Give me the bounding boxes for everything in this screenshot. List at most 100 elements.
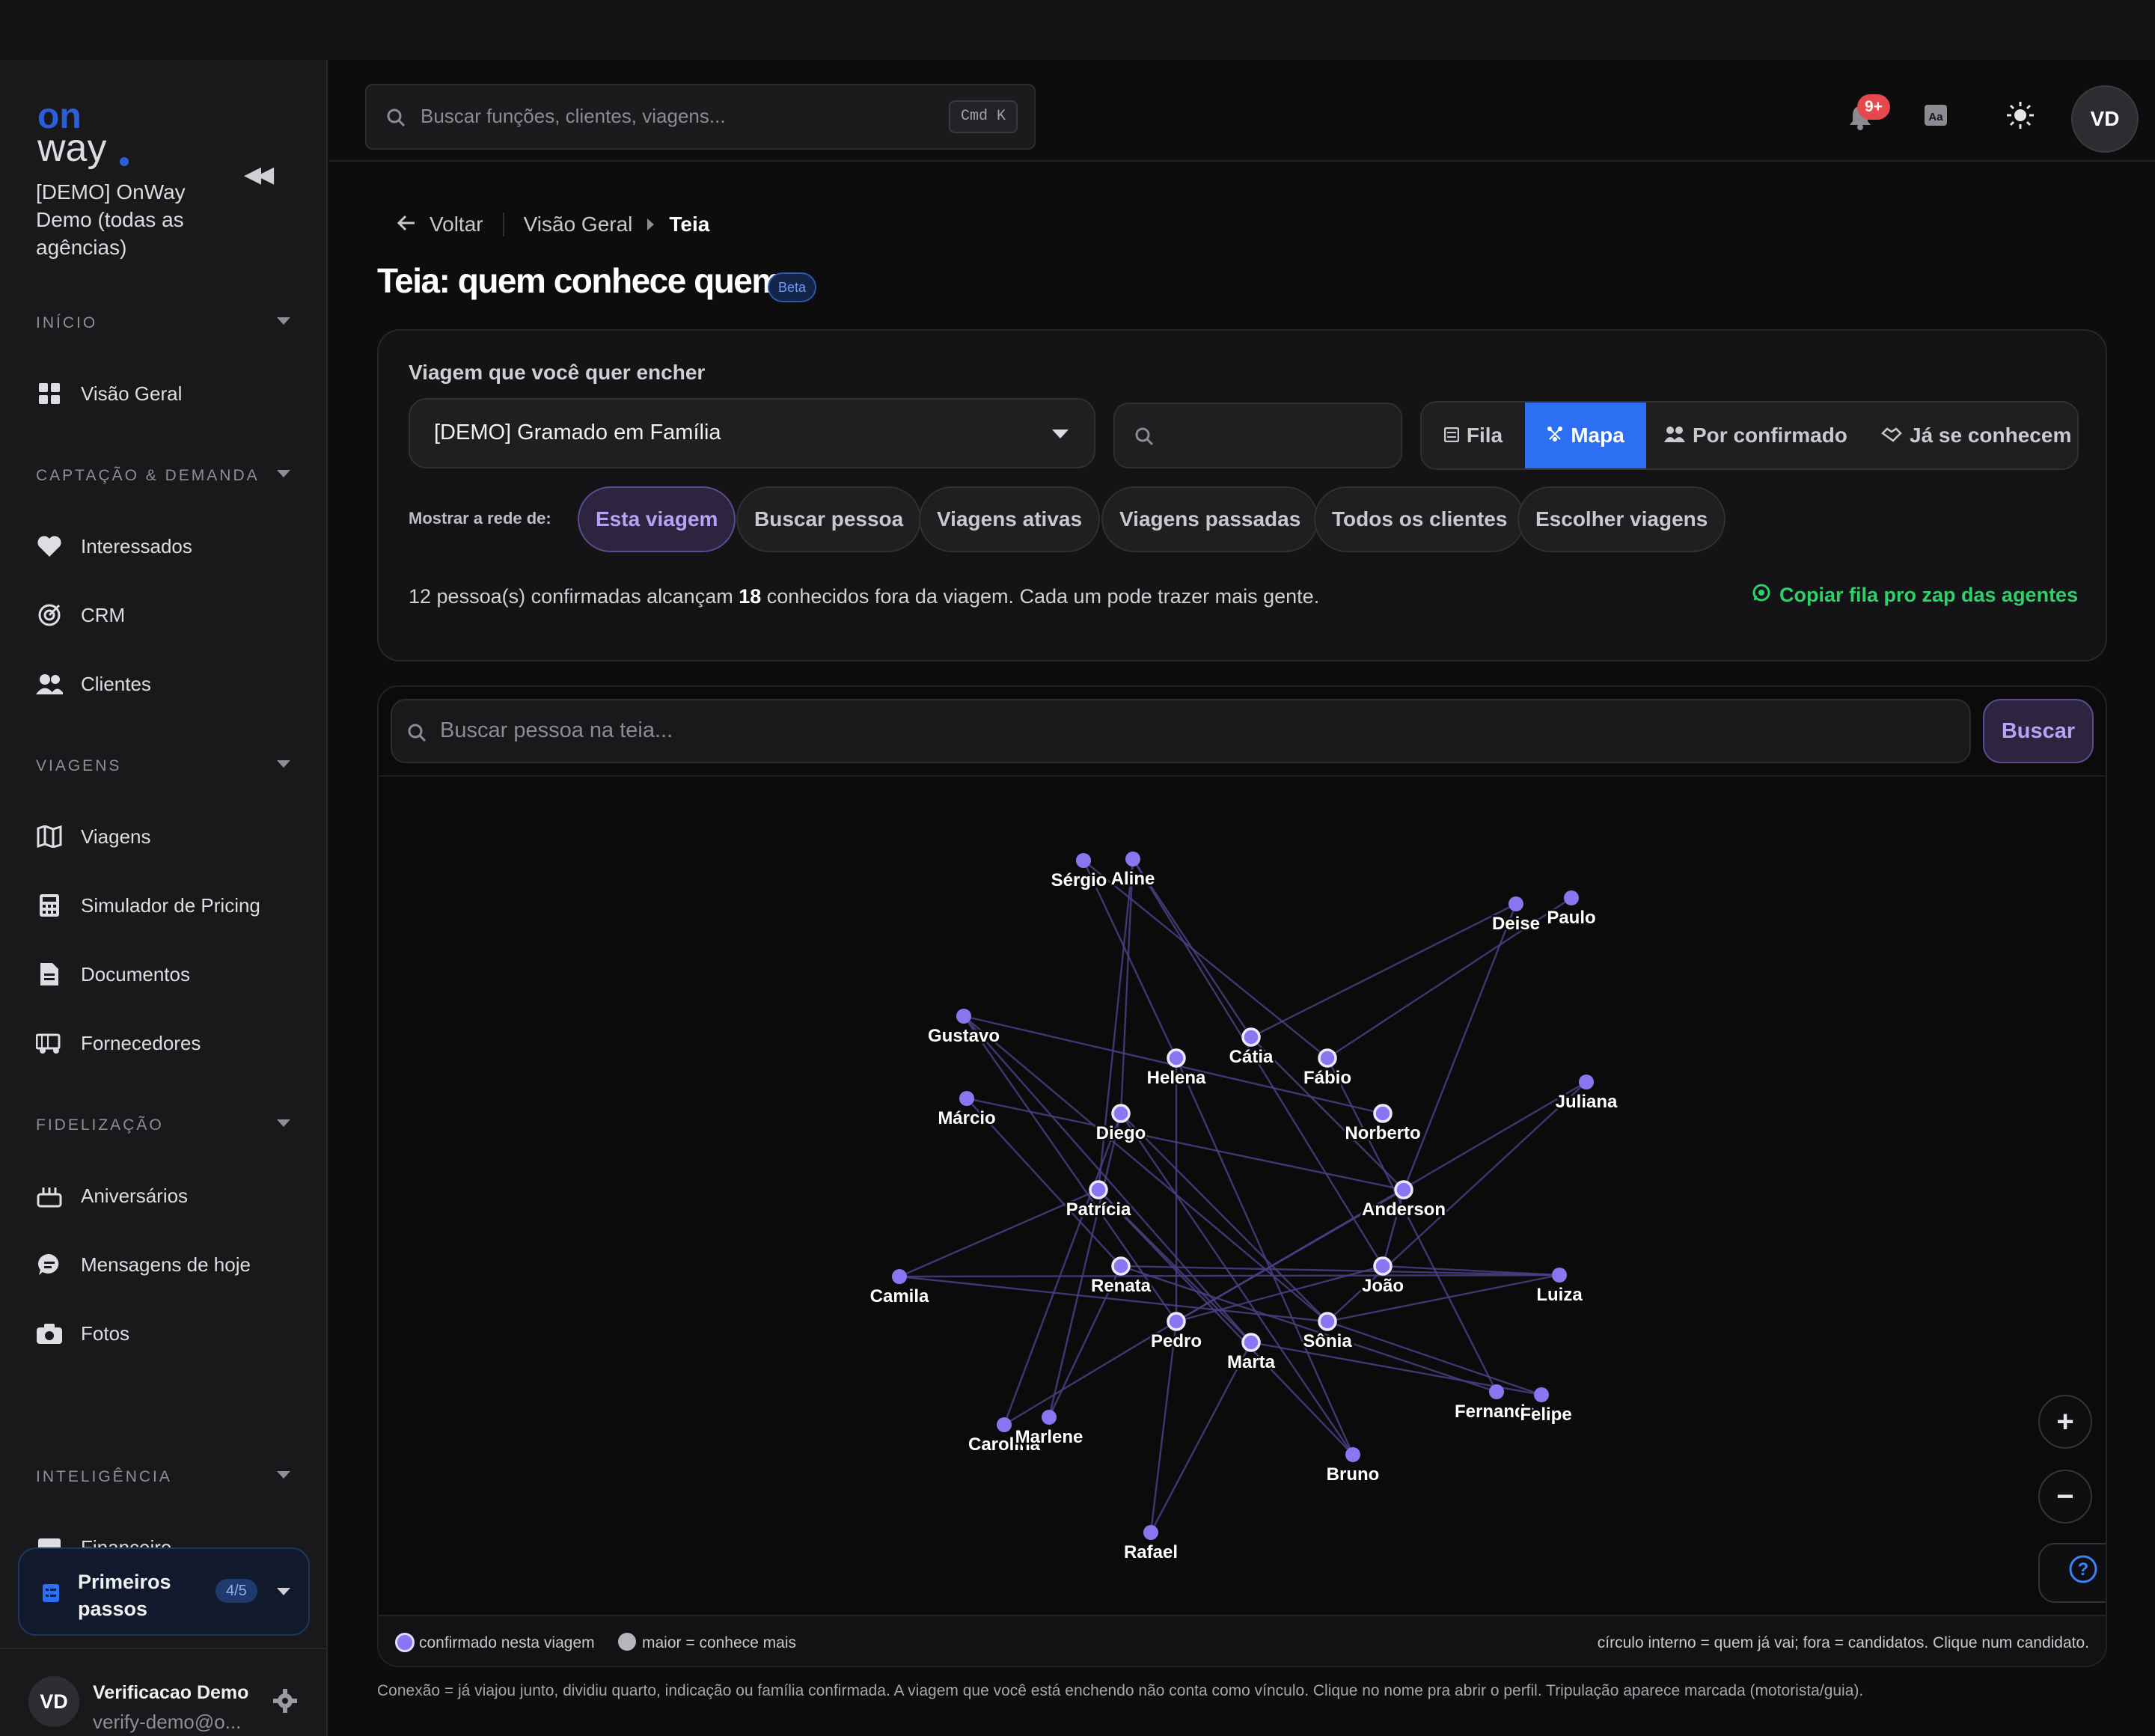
node-label[interactable]: Márcio [936, 1107, 997, 1131]
arrow-left-icon[interactable] [397, 213, 416, 236]
network-option-viagens-passadas[interactable]: Viagens passadas [1101, 486, 1319, 552]
node-dot[interactable] [1564, 890, 1579, 905]
node-dot[interactable] [1579, 1075, 1594, 1089]
network-option-viagens-ativas[interactable]: Viagens ativas [919, 486, 1101, 552]
confirmed-node-joão[interactable]: João [1360, 1256, 1406, 1298]
candidate-node-camila[interactable]: Camila [868, 1269, 932, 1309]
node-label[interactable]: Luiza [1535, 1283, 1585, 1307]
organization-name[interactable]: [DEMO] OnWay Demo (todas as agências) [36, 178, 223, 261]
node-label[interactable]: Helena [1145, 1066, 1208, 1090]
collapse-sidebar-icon[interactable]: ◀◀ [244, 162, 274, 188]
graph-search-button[interactable]: Buscar [1983, 699, 2094, 763]
confirmed-node-renata[interactable]: Renata [1089, 1256, 1153, 1298]
node-dot[interactable] [1345, 1447, 1360, 1462]
trip-select[interactable]: [DEMO] Gramado em Família [409, 398, 1095, 468]
sidebar-item-aniversarios[interactable]: Aniversários [36, 1178, 188, 1214]
candidate-node-rafael[interactable]: Rafael [1122, 1525, 1180, 1565]
node-dot[interactable] [1125, 852, 1140, 867]
section-header-viagens[interactable]: VIAGENS [36, 757, 290, 775]
copy-queue-button[interactable]: Copiar fila pro zap das agentes [1752, 584, 2078, 607]
sidebar-item-visao-geral[interactable]: Visão Geral [36, 376, 182, 412]
candidate-node-gustavo[interactable]: Gustavo [926, 1009, 1002, 1048]
section-header-inicio[interactable]: INÍCIO [36, 314, 290, 332]
node-dot[interactable] [1167, 1048, 1186, 1068]
network-option-todos-clientes[interactable]: Todos os clientes [1314, 486, 1526, 552]
node-dot[interactable] [1111, 1104, 1131, 1123]
tab-por-confirmado[interactable]: Por confirmado [1664, 403, 1859, 468]
node-dot[interactable] [959, 1091, 974, 1106]
node-dot[interactable] [1373, 1256, 1393, 1276]
node-dot[interactable] [1241, 1027, 1261, 1047]
onway-logo[interactable]: on way [37, 99, 142, 168]
notifications-button[interactable]: 9+ [1838, 94, 1890, 139]
sidebar-item-clientes[interactable]: Clientes [36, 666, 151, 702]
sidebar-item-viagens[interactable]: Viagens [36, 819, 151, 855]
sidebar-item-fotos[interactable]: Fotos [36, 1315, 129, 1351]
node-label[interactable]: Renata [1089, 1274, 1153, 1298]
confirmed-node-patrícia[interactable]: Patrícia [1064, 1180, 1134, 1222]
avatar[interactable]: VD [2071, 85, 2139, 153]
node-dot[interactable] [1241, 1333, 1261, 1352]
graph-search-input[interactable]: Buscar pessoa na teia... [391, 699, 1971, 763]
help-button[interactable]: ? [2038, 1543, 2106, 1603]
user-profile[interactable]: VD Verificacao Demo verify-demo@o... [0, 1648, 326, 1736]
candidate-node-luiza[interactable]: Luiza [1535, 1268, 1585, 1307]
candidate-node-paulo[interactable]: Paulo [1545, 890, 1598, 930]
section-header-inteligencia[interactable]: INTELIGÊNCIA [36, 1468, 290, 1486]
candidate-node-deise[interactable]: Deise [1490, 896, 1542, 936]
node-label[interactable]: Felipe [1518, 1403, 1574, 1427]
node-label[interactable]: Fábio [1302, 1066, 1354, 1090]
candidate-node-juliana[interactable]: Juliana [1553, 1075, 1620, 1114]
node-dot[interactable] [1489, 1384, 1504, 1399]
tab-mapa[interactable]: Mapa [1525, 403, 1646, 468]
node-label[interactable]: Camila [868, 1285, 931, 1309]
translate-icon[interactable]: Aa [1923, 102, 1953, 132]
tab-ja-se-conhecem[interactable]: Já se conhecem [1881, 403, 2076, 468]
node-label[interactable]: Diego [1094, 1122, 1148, 1146]
candidate-node-márcio[interactable]: Márcio [936, 1091, 997, 1131]
global-search-input[interactable]: Buscar funções, clientes, viagens... Cmd… [365, 84, 1036, 150]
node-label[interactable]: Sérgio [1049, 869, 1109, 893]
first-steps-card[interactable]: Primeiros passos 4/5 [18, 1547, 310, 1636]
section-header-captacao[interactable]: CAPTAÇÃO & DEMANDA [36, 467, 290, 485]
node-dot[interactable] [1042, 1410, 1057, 1425]
node-label[interactable]: Bruno [1324, 1463, 1381, 1487]
sidebar-item-documentos[interactable]: Documentos [36, 956, 190, 992]
node-dot[interactable] [1318, 1048, 1337, 1068]
section-header-fidelizacao[interactable]: FIDELIZAÇÃO [36, 1116, 290, 1134]
confirmed-node-fábio[interactable]: Fábio [1302, 1048, 1354, 1090]
tab-fila[interactable]: Fila [1422, 403, 1525, 468]
confirmed-node-marta[interactable]: Marta [1225, 1333, 1277, 1375]
node-label[interactable]: Sônia [1301, 1330, 1354, 1354]
candidate-node-bruno[interactable]: Bruno [1324, 1447, 1381, 1487]
avatar[interactable]: VD [28, 1676, 79, 1727]
node-dot[interactable] [1373, 1104, 1393, 1123]
zoom-out-button[interactable]: − [2038, 1470, 2092, 1523]
confirmed-node-norberto[interactable]: Norberto [1343, 1104, 1422, 1146]
gear-icon[interactable] [272, 1688, 298, 1717]
node-label[interactable]: Cátia [1227, 1045, 1275, 1069]
node-label[interactable]: João [1360, 1274, 1405, 1298]
node-label[interactable]: Paulo [1545, 906, 1598, 930]
breadcrumb-parent-link[interactable]: Visão Geral [524, 213, 633, 236]
candidate-node-marlene[interactable]: Marlene [1013, 1410, 1085, 1449]
node-dot[interactable] [892, 1269, 907, 1284]
node-label[interactable]: Aline [1109, 867, 1157, 891]
confirmed-node-diego[interactable]: Diego [1094, 1104, 1148, 1146]
node-label[interactable]: Anderson [1360, 1198, 1447, 1222]
confirmed-node-pedro[interactable]: Pedro [1149, 1312, 1204, 1354]
back-link[interactable]: Voltar [430, 213, 483, 236]
sidebar-item-fornecedores[interactable]: Fornecedores [36, 1025, 201, 1061]
node-label[interactable]: Deise [1490, 912, 1541, 936]
node-label[interactable]: Patrícia [1064, 1198, 1133, 1222]
confirmed-node-anderson[interactable]: Anderson [1360, 1180, 1448, 1222]
node-dot[interactable] [1076, 853, 1091, 868]
node-dot[interactable] [956, 1009, 971, 1024]
sidebar-item-simulador-pricing[interactable]: Simulador de Pricing [36, 887, 260, 923]
confirmed-node-cátia[interactable]: Cátia [1227, 1027, 1275, 1069]
sidebar-item-interessados[interactable]: Interessados [36, 528, 192, 564]
candidate-node-aline[interactable]: Aline [1109, 852, 1157, 891]
confirmed-node-helena[interactable]: Helena [1145, 1048, 1208, 1090]
candidate-node-sérgio[interactable]: Sérgio [1049, 853, 1109, 893]
node-dot[interactable] [1167, 1312, 1186, 1331]
